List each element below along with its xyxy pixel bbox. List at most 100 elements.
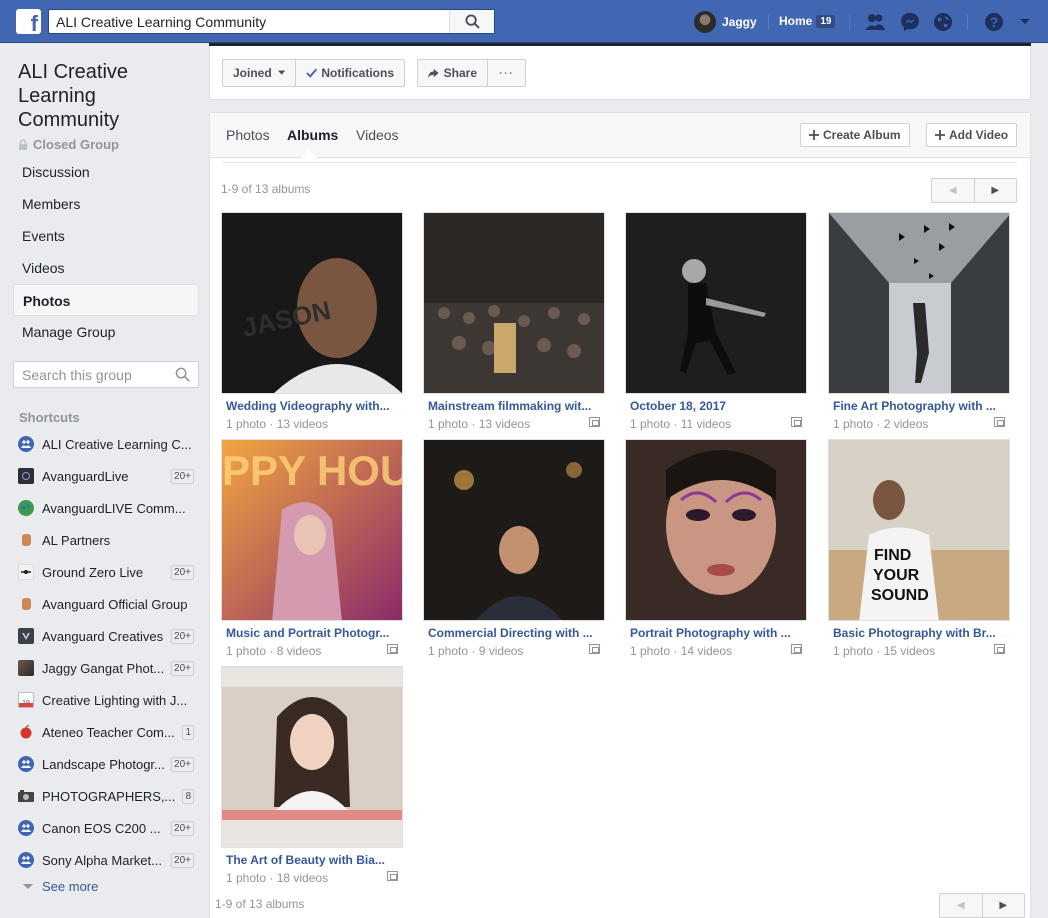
album-title[interactable]: October 18, 2017 [630, 399, 800, 413]
album-cover[interactable]: FIND YOUR SOUND [828, 439, 1010, 621]
prev-page-icon[interactable]: ◀ [940, 894, 982, 917]
album-cover[interactable] [828, 212, 1010, 394]
album-cover[interactable]: PPY HOU [221, 439, 403, 621]
shortcut-item[interactable]: Sony Alpha Market... 20+ [13, 844, 199, 876]
album-title[interactable]: Music and Portrait Photogr... [226, 626, 396, 640]
shortcut-item[interactable]: Jaggy Gangat Phot... 20+ [13, 652, 199, 684]
shortcut-count-badge: 20+ [171, 660, 194, 676]
shortcut-item[interactable]: Canon EOS C200 ... 20+ [13, 812, 199, 844]
album-privacy-icon [589, 417, 600, 427]
svg-text:SOUND: SOUND [871, 587, 929, 604]
next-page-icon[interactable]: ▶ [973, 179, 1017, 202]
album-count-text: 1 photo · 15 videos [833, 644, 936, 658]
albums-pager: ◀ ▶ [931, 178, 1017, 203]
album-card[interactable]: October 18, 2017 1 photo · 11 videos [625, 212, 807, 434]
album-privacy-icon [589, 644, 600, 654]
notifications-label: Notifications [321, 66, 394, 80]
album-card[interactable]: PPY HOU Music and Portrait Photogr... 1 … [221, 439, 403, 661]
avanguard-icon [18, 468, 34, 484]
album-title[interactable]: Portrait Photography with ... [630, 626, 800, 640]
nav-discussion[interactable]: Discussion [13, 156, 199, 188]
album-title[interactable]: The Art of Beauty with Bia... [226, 853, 396, 867]
album-cover[interactable]: JASON [221, 212, 403, 394]
profile-link[interactable]: Jaggy [694, 11, 757, 33]
notifications-globe-icon[interactable] [932, 11, 954, 33]
search-icon[interactable] [175, 367, 190, 382]
share-button[interactable]: Share [417, 59, 488, 87]
group-privacy-label: Closed Group [33, 137, 119, 152]
fist-icon [18, 596, 34, 612]
top-navigation-bar: f Jaggy Home 19 ? [0, 0, 1048, 43]
shortcut-label: Creative Lighting with J... [42, 692, 188, 708]
friend-requests-icon[interactable] [864, 11, 886, 33]
shortcut-item[interactable]: Ateneo Teacher Com... 1 [13, 716, 199, 748]
shortcut-count-badge: 20+ [171, 468, 194, 484]
shortcut-count-badge: 1 [182, 724, 194, 740]
nav-manage-group[interactable]: Manage Group [13, 316, 199, 348]
tab-videos[interactable]: Videos [356, 127, 399, 143]
nav-photos[interactable]: Photos [13, 284, 199, 316]
shortcut-item[interactable]: Landscape Photogr... 20+ [13, 748, 199, 780]
more-options-button[interactable]: ··· [487, 59, 526, 87]
album-cover[interactable] [221, 666, 403, 848]
notifications-button[interactable]: Notifications [295, 59, 405, 87]
nav-videos[interactable]: Videos [13, 252, 199, 284]
album-meta: 1 photo · 13 videos [226, 417, 398, 431]
shortcut-item[interactable]: ALI Creative Learning C... [13, 428, 199, 460]
shortcut-item[interactable]: AvanguardLIVE Comm... [13, 492, 199, 524]
global-search-input[interactable] [49, 10, 449, 33]
svg-text:FIND: FIND [874, 547, 911, 564]
album-card[interactable]: The Art of Beauty with Bia... 1 photo · … [221, 666, 403, 888]
help-icon[interactable]: ? [983, 11, 1005, 33]
group-nav: Discussion Members Events Videos Photos … [13, 156, 199, 348]
album-card[interactable]: FIND YOUR SOUND Basic Photography with Br.… [828, 439, 1010, 661]
album-cover[interactable] [625, 439, 807, 621]
album-card[interactable]: Fine Art Photography with ... 1 photo · … [828, 212, 1010, 434]
album-title[interactable]: Fine Art Photography with ... [833, 399, 1003, 413]
album-cover[interactable] [625, 212, 807, 394]
messenger-icon[interactable] [899, 11, 921, 33]
album-cover[interactable] [423, 212, 605, 394]
shortcut-item[interactable]: AvanguardLive 20+ [13, 460, 199, 492]
group-icon [18, 820, 34, 836]
create-album-button[interactable]: Create Album [800, 123, 910, 147]
profile-name: Jaggy [722, 15, 757, 29]
shortcut-item[interactable]: PHOTOGRAPHERS,... 8 [13, 780, 199, 812]
shortcut-label: Canon EOS C200 ... [42, 820, 161, 836]
facebook-logo-icon[interactable]: f [16, 9, 41, 34]
next-page-icon[interactable]: ▶ [981, 894, 1025, 917]
album-card[interactable]: Mainstream filmmaking wit... 1 photo · 1… [423, 212, 605, 434]
shortcuts-list: ALI Creative Learning C... AvanguardLive… [13, 428, 199, 876]
prev-page-icon[interactable]: ◀ [932, 179, 974, 202]
shortcut-item[interactable]: Ground Zero Live 20+ [13, 556, 199, 588]
shortcut-item[interactable]: AL Partners [13, 524, 199, 556]
group-search-input[interactable] [14, 362, 164, 387]
shortcut-item[interactable]: Avanguard Creatives 20+ [13, 620, 199, 652]
add-video-button[interactable]: Add Video [926, 123, 1018, 147]
album-card[interactable]: Commercial Directing with ... 1 photo · … [423, 439, 605, 661]
joined-button[interactable]: Joined [222, 59, 296, 87]
album-title[interactable]: Commercial Directing with ... [428, 626, 598, 640]
shortcut-item[interactable]: 19 Creative Lighting with J... [13, 684, 199, 716]
album-card[interactable]: JASON Wedding Videography with... 1 phot… [221, 212, 403, 434]
search-button[interactable] [449, 10, 494, 33]
group-title[interactable]: ALI Creative Learning Community [18, 60, 198, 132]
group-icon [18, 756, 34, 772]
account-menu-chevron-icon[interactable] [1014, 11, 1036, 33]
shortcut-label: Avanguard Official Group [42, 596, 188, 612]
album-title[interactable]: Wedding Videography with... [226, 399, 396, 413]
nav-members[interactable]: Members [13, 188, 199, 220]
home-link[interactable]: Home 19 [779, 14, 836, 28]
see-more-link[interactable]: See more [22, 879, 98, 894]
album-card[interactable]: Portrait Photography with ... 1 photo · … [625, 439, 807, 661]
shortcut-label: PHOTOGRAPHERS,... [42, 788, 176, 804]
album-privacy-icon [994, 644, 1005, 654]
album-title[interactable]: Basic Photography with Br... [833, 626, 1003, 640]
nav-events[interactable]: Events [13, 220, 199, 252]
tab-photos[interactable]: Photos [226, 127, 270, 143]
svg-text:YOUR: YOUR [873, 567, 920, 584]
shortcut-item[interactable]: Avanguard Official Group [13, 588, 199, 620]
tab-albums[interactable]: Albums [287, 127, 338, 143]
album-title[interactable]: Mainstream filmmaking wit... [428, 399, 598, 413]
album-cover[interactable] [423, 439, 605, 621]
